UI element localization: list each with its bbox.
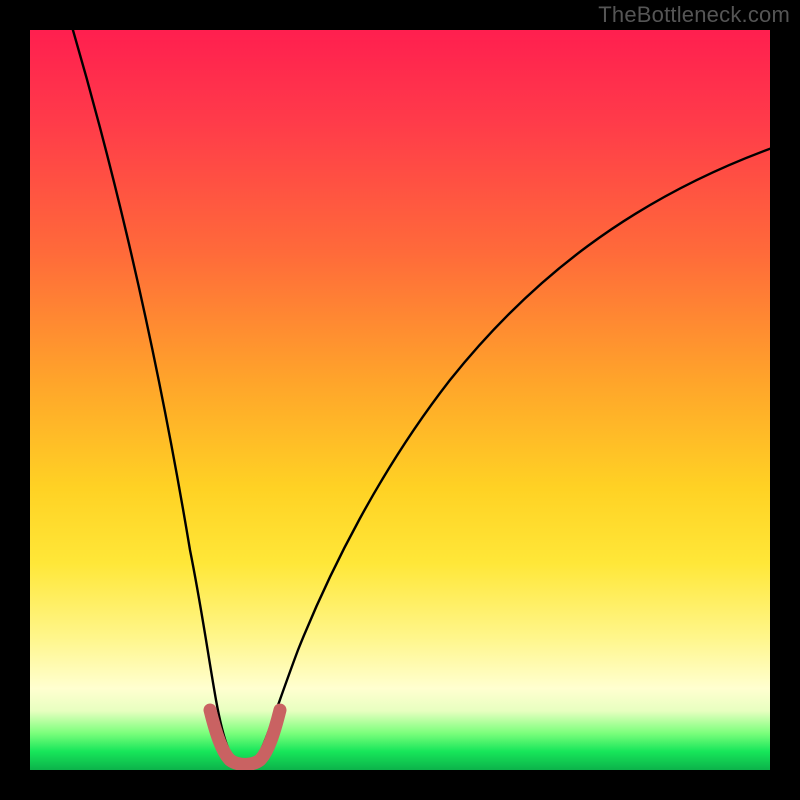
plot-area [30, 30, 770, 770]
curve-right-branch [262, 148, 770, 748]
watermark-text: TheBottleneck.com [598, 2, 790, 28]
bottleneck-curve-layer [30, 30, 770, 770]
curve-left-branch [70, 30, 228, 748]
chart-frame: TheBottleneck.com [0, 0, 800, 800]
